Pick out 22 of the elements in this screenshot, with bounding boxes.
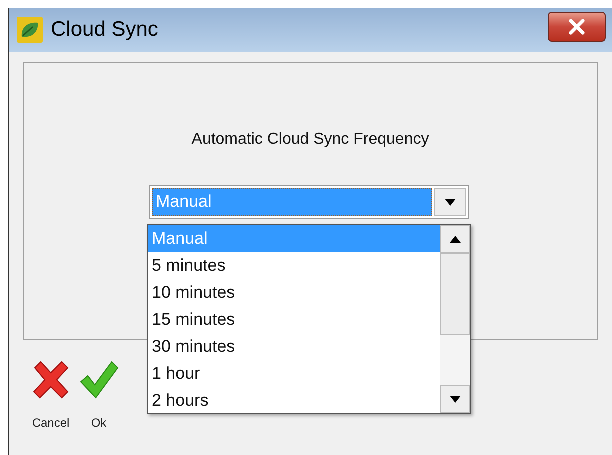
dropdown-option[interactable]: 15 minutes [148, 306, 440, 333]
down-arrow-icon [450, 396, 460, 402]
leaf-icon [17, 17, 43, 43]
dropdown-option[interactable]: 5 minutes [148, 252, 440, 279]
caret-icon [444, 198, 456, 206]
dropdown-option[interactable]: 1 hour [148, 360, 440, 387]
dropdown-button[interactable] [434, 188, 466, 216]
frequency-label: Automatic Cloud Sync Frequency [192, 131, 430, 149]
dropdown-option[interactable]: 10 minutes [148, 279, 440, 306]
scrollbar[interactable] [440, 225, 470, 413]
dropdown-option[interactable]: 2 hours [148, 387, 440, 414]
scroll-down-button[interactable] [440, 385, 470, 413]
cancel-button[interactable]: Cancel [29, 358, 73, 430]
up-arrow-icon [450, 236, 460, 242]
scroll-thumb[interactable] [440, 253, 470, 335]
ok-button[interactable]: Ok [79, 358, 119, 430]
dropdown-value: Manual [152, 188, 432, 216]
dropdown-option[interactable]: 30 minutes [148, 333, 440, 360]
close-icon [567, 19, 587, 35]
window-title: Cloud Sync [51, 18, 160, 42]
close-button[interactable] [548, 12, 606, 42]
scroll-up-button[interactable] [440, 225, 470, 253]
